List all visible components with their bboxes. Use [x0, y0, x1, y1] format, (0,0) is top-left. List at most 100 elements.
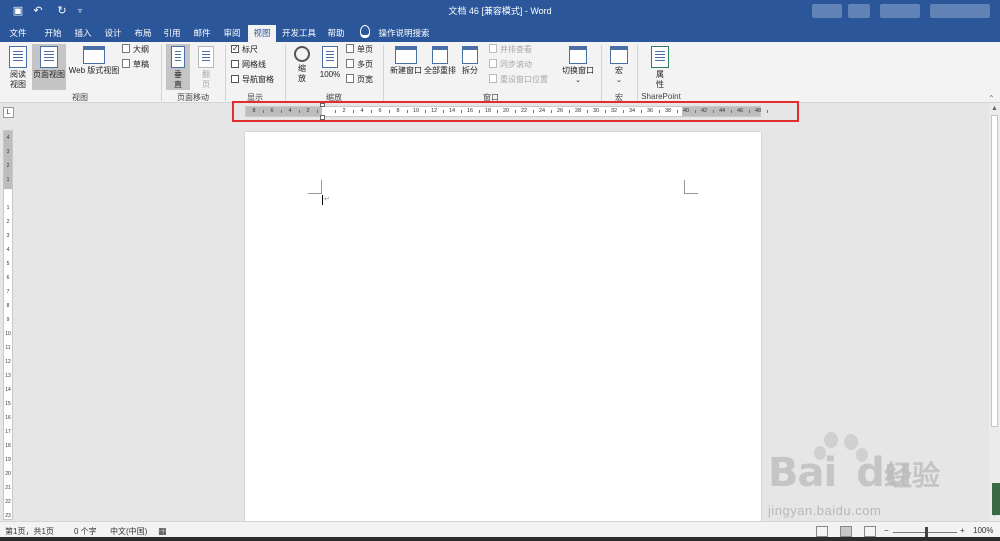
zoom-out-icon[interactable]: −	[884, 526, 889, 535]
side-by-side-icon	[489, 44, 497, 53]
one-page-label: 单页	[357, 45, 373, 54]
vertical-ruler-number: 9	[6, 317, 10, 323]
ruler-label: 标尺	[242, 45, 258, 54]
switch-windows-button[interactable]: 切换窗口 ⌄	[560, 46, 596, 86]
word-count[interactable]: 0 个字	[74, 526, 97, 537]
vertical-button[interactable]: 垂直	[166, 44, 190, 90]
one-page-icon	[346, 44, 354, 53]
arrange-all-icon	[432, 46, 448, 64]
read-mode-view-icon[interactable]	[816, 526, 828, 537]
tab-selector[interactable]: L	[3, 107, 14, 118]
tab-home[interactable]: 开始	[39, 25, 67, 42]
gridlines-check-icon[interactable]	[231, 60, 239, 68]
properties-label: 属性	[656, 70, 664, 89]
macro-record-icon[interactable]: ▦	[158, 526, 167, 537]
web-layout-view-icon[interactable]	[864, 526, 876, 537]
tab-mailings[interactable]: 邮件	[188, 25, 216, 42]
tab-references[interactable]: 引用	[158, 25, 186, 42]
tab-insert[interactable]: 插入	[69, 25, 97, 42]
tell-me-search[interactable]: 操作说明搜索	[374, 25, 434, 42]
zoom-in-icon[interactable]: +	[960, 526, 965, 535]
vertical-ruler-number: 22	[5, 499, 11, 505]
tab-file[interactable]: 文件	[4, 25, 32, 42]
vertical-ruler-number: 3	[6, 149, 10, 155]
vertical-ruler-number: 5	[6, 261, 10, 267]
properties-button[interactable]: 属性	[644, 46, 676, 90]
side-by-side-label: 并排查看	[500, 45, 532, 54]
title-bar: ▣ ↶ ↻ ▿ 文档 46 [兼容模式] - Word	[0, 0, 1000, 22]
side-to-side-label: 翻页	[202, 70, 210, 89]
sharepoint-properties-icon	[651, 46, 669, 68]
window-controls-area	[880, 4, 920, 18]
vertical-ruler-number: 21	[5, 485, 11, 491]
sync-scroll-icon	[489, 59, 497, 68]
tab-help[interactable]: 帮助	[322, 25, 350, 42]
tab-design[interactable]: 设计	[99, 25, 127, 42]
outline-button[interactable]: 大纲	[122, 44, 149, 56]
views-group-label: 视图	[72, 93, 88, 102]
read-mode-icon	[9, 46, 27, 68]
lightbulb-icon	[360, 25, 370, 38]
new-window-button[interactable]: 新建窗口	[388, 46, 424, 76]
multiple-pages-button[interactable]: 多页	[346, 59, 373, 71]
side-to-side-button[interactable]: 翻页	[194, 46, 218, 90]
zoom-label: 缩放	[298, 64, 306, 83]
vertical-ruler-number: 13	[5, 373, 11, 379]
web-layout-button[interactable]: Web 版式视图	[66, 46, 122, 76]
outline-label: 大纲	[133, 45, 149, 54]
arrange-all-button[interactable]: 全部重排	[424, 46, 456, 76]
split-label: 拆分	[462, 66, 478, 75]
account-area-2	[848, 4, 870, 18]
tab-view[interactable]: 视图	[248, 25, 276, 42]
tab-layout[interactable]: 布局	[129, 25, 157, 42]
multiple-pages-icon	[346, 59, 354, 68]
language[interactable]: 中文(中国)	[110, 526, 147, 537]
arrange-all-label: 全部重排	[424, 66, 456, 75]
vertical-ruler-number: 11	[5, 345, 11, 351]
ruler-check-icon[interactable]	[231, 43, 239, 55]
sync-scroll-button[interactable]: 同步滚动	[489, 59, 532, 71]
zoom-100-label: 100%	[319, 70, 341, 79]
vertical-icon	[171, 46, 185, 68]
ruler-highlight-box	[232, 101, 799, 122]
side-by-side-button[interactable]: 并排查看	[489, 44, 532, 56]
zoom-level[interactable]: 100%	[973, 526, 993, 535]
print-layout-view-icon[interactable]	[840, 526, 852, 537]
vertical-ruler-number: 6	[6, 275, 10, 281]
collapse-ribbon-icon[interactable]: ⌃	[988, 94, 995, 103]
one-page-button[interactable]: 单页	[346, 44, 373, 56]
tab-review[interactable]: 审阅	[218, 25, 246, 42]
vertical-ruler-number: 16	[5, 415, 11, 421]
chevron-down-icon: ⌄	[575, 77, 581, 84]
nav-pane-checkbox[interactable]: 导航窗格	[231, 74, 274, 86]
page-width-label: 页宽	[357, 75, 373, 84]
scroll-thumb[interactable]	[991, 115, 998, 427]
page-width-button[interactable]: 页宽	[346, 74, 373, 86]
vertical-ruler[interactable]: 4 3 2 1 1 2 3 4 5 6 7 8 9 10 11 12 13 14 15 16 17 18 19 20 21 22 2…	[3, 130, 13, 533]
scroll-up-icon[interactable]: ▲	[991, 105, 998, 112]
zoom-slider-thumb[interactable]	[925, 527, 928, 537]
switch-windows-label: 切换窗口	[562, 66, 594, 75]
vertical-ruler-number: 18	[5, 443, 11, 449]
vertical-ruler-number: 3	[6, 233, 10, 239]
zoom-100-button[interactable]: 100%	[318, 46, 342, 80]
page-count[interactable]: 第1页，共1页	[5, 526, 54, 537]
switch-windows-icon	[569, 46, 587, 64]
tab-developer[interactable]: 开发工具	[280, 25, 318, 42]
nav-pane-check-icon[interactable]	[231, 75, 239, 83]
reset-position-button[interactable]: 重设窗口位置	[489, 74, 548, 86]
vertical-ruler-number: 14	[5, 387, 11, 393]
split-button[interactable]: 拆分	[458, 46, 482, 76]
ruler-checkbox[interactable]: 标尺	[231, 43, 258, 56]
split-icon	[462, 46, 478, 64]
zoom-button[interactable]: 缩放	[290, 46, 314, 84]
draft-label: 草稿	[133, 60, 149, 69]
gridlines-checkbox[interactable]: 网格线	[231, 59, 266, 71]
print-layout-button[interactable]: 页面视图	[32, 44, 66, 90]
vertical-ruler-number: 2	[6, 219, 10, 225]
macros-button[interactable]: 宏 ⌄	[606, 46, 632, 86]
read-mode-button[interactable]: 阅读视图	[4, 46, 32, 90]
draft-button[interactable]: 草稿	[122, 59, 149, 71]
new-window-icon	[395, 46, 417, 64]
vertical-ruler-number: 4	[6, 135, 10, 141]
